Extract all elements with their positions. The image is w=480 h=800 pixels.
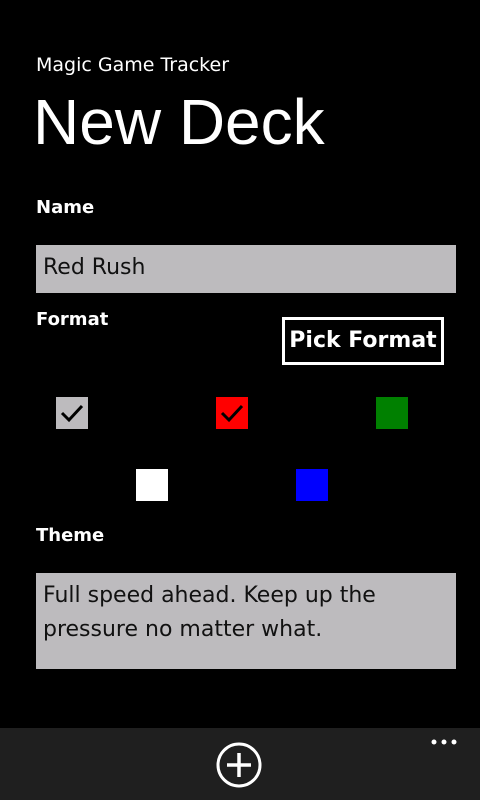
app-title: Magic Game Tracker [36, 54, 230, 76]
color-checkbox-gray[interactable] [56, 397, 88, 429]
swatch-fill [296, 469, 328, 501]
page-title: New Deck [33, 86, 325, 158]
color-checkbox-white[interactable] [136, 469, 168, 501]
name-label: Name [36, 197, 95, 218]
swatch-icon [296, 469, 328, 501]
swatch-icon [136, 469, 168, 501]
name-input[interactable]: Red Rush [36, 245, 456, 293]
format-label: Format [36, 309, 109, 330]
swatch-fill [136, 469, 168, 501]
color-checkbox-blue[interactable] [296, 469, 328, 501]
pick-format-button[interactable]: Pick Format [282, 317, 444, 365]
theme-label: Theme [36, 525, 105, 546]
swatch-fill [376, 397, 408, 429]
swatch-fill [56, 397, 88, 429]
more-icon [431, 739, 457, 745]
color-checkbox-green[interactable] [376, 397, 408, 429]
swatch-fill [216, 397, 248, 429]
color-checkbox-red[interactable] [216, 397, 248, 429]
check-icon [56, 397, 88, 429]
more-button[interactable] [426, 734, 462, 750]
swatch-icon [376, 397, 408, 429]
check-icon [216, 397, 248, 429]
application-bar [0, 728, 480, 800]
add-icon [216, 742, 262, 788]
add-button[interactable] [216, 742, 262, 788]
theme-input[interactable]: Full speed ahead. Keep up the pressure n… [36, 573, 456, 669]
